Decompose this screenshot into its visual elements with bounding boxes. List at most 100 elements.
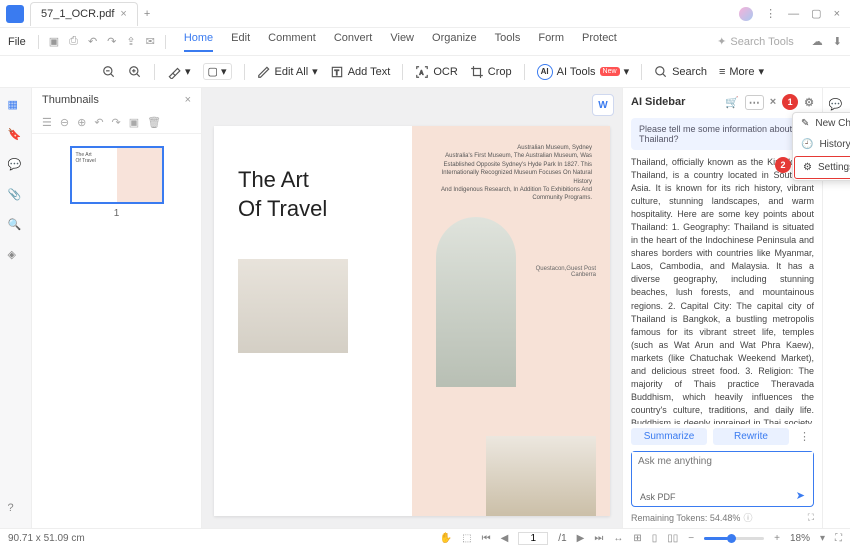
shape-tool-icon[interactable]: ▢ ▾	[203, 63, 232, 80]
bookmark-rail-icon[interactable]: 🔖	[8, 128, 24, 144]
page-input[interactable]	[518, 532, 548, 545]
thumbnails-title: Thumbnails	[42, 94, 99, 106]
page-prev-icon[interactable]: ◀	[501, 533, 509, 544]
fullscreen-icon[interactable]: ⛶	[835, 533, 842, 544]
zoom-plus-icon[interactable]: +	[774, 533, 780, 544]
send-icon[interactable]: ➤	[796, 489, 805, 502]
page-last-icon[interactable]: ⏭	[594, 533, 603, 544]
document-tab[interactable]: 57_1_OCR.pdf ×	[30, 2, 138, 26]
ai-icon: AI	[537, 64, 553, 80]
new-chat-icon: ✎	[801, 118, 809, 129]
thumb-zoom-in-icon[interactable]: ⊕	[77, 116, 86, 129]
comment-rail-icon[interactable]: 💬	[8, 158, 24, 174]
tab-organize[interactable]: Organize	[432, 32, 477, 52]
tab-form[interactable]: Form	[538, 32, 564, 52]
add-tab-icon[interactable]: +	[144, 8, 150, 20]
close-tab-icon[interactable]: ×	[120, 8, 126, 20]
tab-convert[interactable]: Convert	[334, 32, 373, 52]
help-rail-icon[interactable]: ?	[8, 502, 24, 518]
tab-edit[interactable]: Edit	[231, 32, 250, 52]
tab-home[interactable]: Home	[184, 32, 213, 52]
search-tool[interactable]: Search	[654, 65, 707, 79]
search-rail-icon[interactable]: 🔍	[8, 218, 24, 234]
search-tools[interactable]: ✦ Search Tools	[717, 35, 794, 48]
two-page-icon[interactable]: ▯▯	[667, 533, 678, 544]
email-icon[interactable]: ✉	[144, 33, 157, 50]
select-tool-icon[interactable]: ⬚	[462, 533, 471, 544]
redo-icon[interactable]: ↷	[105, 33, 118, 50]
summarize-button[interactable]: Summarize	[631, 428, 707, 445]
minimize-icon[interactable]: —	[788, 8, 799, 20]
hand-tool-icon[interactable]: ✋	[440, 533, 452, 544]
account-icon[interactable]	[739, 7, 753, 21]
close-thumbnails-icon[interactable]: ×	[185, 94, 191, 106]
page-next-icon[interactable]: ▶	[577, 533, 585, 544]
document-page[interactable]: The ArtOf Travel Australian Museum, Sydn…	[214, 126, 610, 516]
single-page-icon[interactable]: ▯	[652, 533, 658, 544]
cloud-upload-icon[interactable]: ☁	[812, 35, 823, 48]
callout-step-2: 2	[775, 157, 791, 173]
menu-history[interactable]: 🕘History	[793, 134, 850, 155]
doc-image-left	[238, 259, 348, 353]
share-icon[interactable]: ⇪	[124, 33, 137, 50]
ocr-tool[interactable]: AOCR	[415, 65, 457, 79]
zoom-minus-icon[interactable]: −	[688, 533, 694, 544]
file-menu[interactable]: File	[8, 36, 26, 48]
fit-width-icon[interactable]: ↔	[613, 533, 623, 544]
fit-page-icon[interactable]: ⊞	[633, 533, 641, 544]
zoom-dropdown-icon[interactable]: ▾	[820, 533, 825, 544]
actions-more-icon[interactable]: ⋮	[795, 430, 814, 443]
thumb-rotate-right-icon[interactable]: ↷	[112, 116, 121, 129]
maximize-icon[interactable]: ▢	[811, 7, 821, 20]
tokens-info-icon[interactable]: ⓘ	[743, 511, 752, 524]
more-tool[interactable]: ≡ More▾	[719, 65, 764, 78]
separator	[244, 64, 245, 80]
tokens-label: Remaining Tokens:	[631, 513, 707, 523]
page-first-icon[interactable]: ⏮	[482, 533, 491, 544]
tab-view[interactable]: View	[390, 32, 414, 52]
zoom-in-icon[interactable]	[128, 65, 142, 79]
zoom-value: 18%	[790, 533, 810, 544]
zoom-out-icon[interactable]	[102, 65, 116, 79]
print-icon[interactable]: ⎙	[67, 33, 80, 50]
ask-input-box[interactable]: Ask PDF ➤	[631, 451, 814, 507]
ask-pdf-label[interactable]: Ask PDF	[640, 492, 676, 502]
attachment-rail-icon[interactable]: 📎	[8, 188, 24, 204]
undo-icon[interactable]: ↶	[86, 33, 99, 50]
ask-input[interactable]	[632, 452, 813, 471]
kebab-icon[interactable]: ⋮	[765, 7, 776, 20]
expand-sidebar-icon[interactable]: ⛶	[808, 512, 814, 523]
thumb-delete-icon[interactable]: 🗑	[147, 116, 161, 129]
close-window-icon[interactable]: ×	[834, 8, 840, 20]
thumb-zoom-out-icon[interactable]: ⊖	[60, 116, 69, 129]
app-icon	[6, 5, 24, 23]
export-word-icon[interactable]: W	[592, 94, 614, 116]
thumb-rotate-left-icon[interactable]: ↶	[94, 116, 103, 129]
menu-settings[interactable]: ⚙Settings	[794, 156, 850, 179]
rewrite-button[interactable]: Rewrite	[713, 428, 789, 445]
sidebar-more-icon[interactable]: ⋯	[745, 95, 764, 110]
sidebar-dropdown: 2 ✎New Chat 🕘History ⚙Settings	[792, 112, 850, 181]
tab-tools[interactable]: Tools	[495, 32, 521, 52]
coordinates: 90.71 x 51.09 cm	[8, 533, 85, 544]
page-thumbnail[interactable]: The ArtOf Travel	[70, 146, 164, 204]
ai-tools-button[interactable]: AI AI Tools New▾	[537, 64, 629, 80]
layers-rail-icon[interactable]: ◈	[8, 248, 24, 264]
cart-icon[interactable]: 🛒	[725, 96, 739, 109]
sidebar-settings-icon[interactable]: ⚙	[804, 96, 814, 109]
thumb-select-icon[interactable]: ▣	[129, 116, 139, 129]
download-icon[interactable]: ⬇	[833, 35, 842, 48]
edit-all-tool[interactable]: Edit All▾	[257, 65, 318, 79]
tab-comment[interactable]: Comment	[268, 32, 316, 52]
menu-new-chat[interactable]: ✎New Chat	[793, 113, 850, 134]
highlight-icon[interactable]: ▾	[167, 65, 191, 79]
add-text-tool[interactable]: TAdd Text	[330, 65, 391, 79]
tokens-value: 54.48%	[710, 513, 741, 523]
thumb-list-icon[interactable]: ☰	[42, 116, 52, 129]
tab-protect[interactable]: Protect	[582, 32, 617, 52]
thumbnails-rail-icon[interactable]: ▦	[8, 98, 24, 114]
zoom-slider[interactable]	[704, 537, 764, 540]
close-sidebar-icon[interactable]: ×	[770, 96, 776, 108]
save-icon[interactable]: ▣	[47, 33, 61, 50]
crop-tool[interactable]: Crop	[470, 65, 512, 79]
